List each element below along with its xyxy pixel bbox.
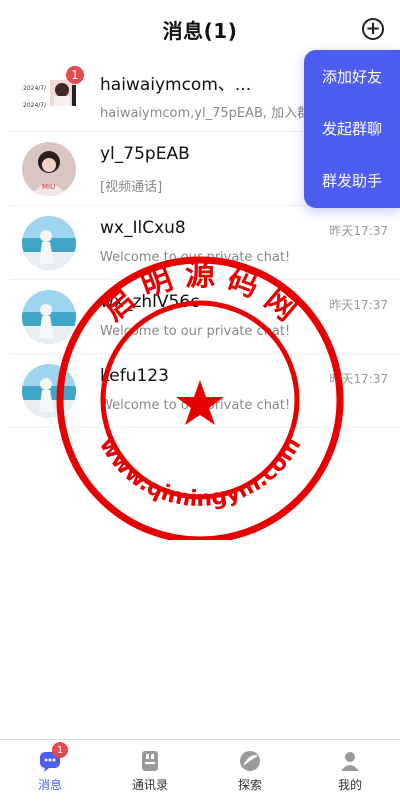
add-menu-popup: 添加好友 发起群聊 群发助手 [304, 50, 400, 208]
unread-badge: 1 [65, 65, 85, 85]
menu-item-start-group-chat[interactable]: 发起群聊 [304, 102, 400, 154]
menu-item-broadcast-assistant[interactable]: 群发助手 [304, 154, 400, 206]
conversation-time: 昨天17:37 [329, 224, 388, 238]
explore-icon [240, 751, 260, 771]
tab-badge: 1 [52, 742, 68, 758]
conversation-message: Welcome to our private chat! [100, 250, 291, 265]
conversation-time: 昨天17:37 [329, 372, 388, 386]
list-item[interactable]: wx_IlCxu8 Welcome to our private chat! 昨… [10, 206, 400, 280]
profile-icon [341, 752, 359, 771]
tab-label: 探索 [237, 778, 262, 792]
conversation-name: wx_zhlV56c [100, 292, 200, 312]
conversation-name: wx_IlCxu8 [100, 218, 186, 238]
tab-label: 消息 [37, 778, 62, 792]
list-item[interactable]: kefu123 Welcome to our private chat! 昨天1… [10, 354, 400, 428]
conversation-message: haiwaiymcom,yl_75pEAB, 加入群聊 [100, 106, 324, 121]
conversation-message: Welcome to our private chat! [100, 398, 291, 413]
bottom-tabbar: 1 消息 通讯录 探索 我的 [0, 739, 400, 801]
beach-avatar [22, 290, 76, 344]
group-avatar-text-2: 2024/7/ [23, 102, 47, 109]
conversation-time: 昨天17:37 [329, 298, 388, 312]
tab-contacts[interactable]: 通讯录 [100, 740, 200, 801]
person-avatar: MIU [22, 142, 76, 196]
watermark-bottom-text: www.qimingym.com [94, 433, 306, 512]
tab-messages[interactable]: 1 消息 [0, 740, 100, 801]
beach-avatar [22, 216, 76, 270]
contacts-icon [142, 751, 158, 771]
group-avatar-text-1: 2024/7/ [23, 85, 47, 92]
list-item[interactable]: wx_zhlV56c Welcome to our private chat! … [10, 280, 400, 354]
tab-label: 通讯录 [131, 778, 168, 792]
tab-explore[interactable]: 探索 [200, 740, 300, 801]
conversation-name: kefu123 [100, 366, 169, 386]
page-title: 消息(1) [162, 18, 238, 43]
conversation-name: haiwaiymcom、... [100, 75, 252, 95]
conversation-message: Welcome to our private chat! [100, 324, 291, 339]
tab-profile[interactable]: 我的 [300, 740, 400, 801]
menu-item-add-friend[interactable]: 添加好友 [304, 50, 400, 102]
add-icon[interactable]: + [362, 18, 384, 40]
svg-text:MIU: MIU [42, 183, 55, 191]
conversation-message: [视频通话] [100, 180, 163, 195]
conversation-name: yl_75pEAB [100, 144, 190, 164]
beach-avatar [22, 364, 76, 418]
tab-label: 我的 [337, 778, 362, 792]
